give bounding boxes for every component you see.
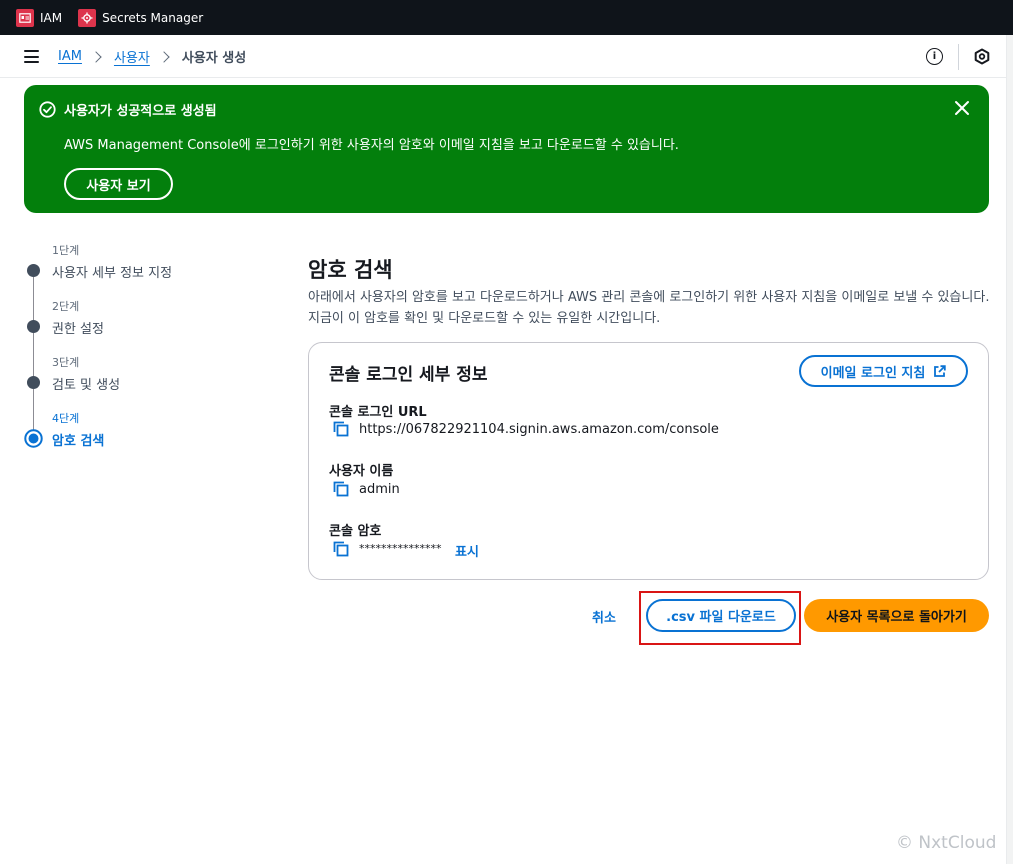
show-password-link[interactable]: 표시: [455, 541, 479, 560]
external-link-icon: [934, 364, 947, 377]
divider: [958, 44, 959, 70]
copy-icon[interactable]: [333, 481, 349, 501]
secrets-manager-icon: [78, 8, 97, 27]
username-value: admin: [359, 482, 400, 497]
step-number: 4단계: [52, 412, 80, 425]
username-label: 사용자 이름: [329, 464, 394, 479]
step-label: 권한 설정: [52, 322, 104, 337]
right-gutter: [1006, 35, 1013, 864]
service-bar: IAM Secrets Manager: [0, 0, 1013, 35]
flash-message: AWS Management Console에 로그인하기 위한 사용자의 암호…: [64, 138, 679, 153]
signin-url-value: https://067822921104.signin.aws.amazon.c…: [359, 422, 719, 437]
password-label: 콘솔 암호: [329, 524, 382, 539]
view-user-button[interactable]: 사용자 보기: [64, 168, 173, 200]
step-number: 3단계: [52, 356, 80, 369]
breadcrumb-create-user: 사용자 생성: [181, 51, 247, 66]
breadcrumb: IAM 사용자 사용자 생성: [58, 47, 246, 66]
iam-icon: [16, 8, 34, 27]
step-active-icon: [24, 429, 43, 452]
breadcrumb-iam[interactable]: IAM: [58, 49, 82, 64]
success-flash: 사용자가 성공적으로 생성됨 AWS Management Console에 로…: [24, 85, 989, 213]
step-number: 1단계: [52, 244, 80, 257]
step-number: 2단계: [52, 300, 80, 313]
step-label: 검토 및 생성: [52, 378, 121, 393]
password-value: ***************: [359, 542, 442, 555]
step-connector: [33, 333, 34, 380]
cancel-button[interactable]: 취소: [592, 607, 616, 626]
notifications-hexagon-icon[interactable]: [974, 48, 990, 69]
chevron-right-icon: [158, 50, 170, 63]
return-to-user-list-button[interactable]: 사용자 목록으로 돌아가기: [804, 599, 989, 632]
email-button-label: 이메일 로그인 지침: [820, 365, 926, 381]
signin-url-label: 콘솔 로그인 URL: [329, 405, 427, 420]
email-signin-instructions-button[interactable]: 이메일 로그인 지침: [799, 355, 968, 387]
download-csv-button[interactable]: .csv 파일 다운로드: [646, 599, 796, 632]
copy-icon[interactable]: [333, 421, 349, 441]
close-icon[interactable]: [954, 100, 970, 120]
step-label: 사용자 세부 정보 지정: [52, 266, 173, 281]
page-description: 아래에서 사용자의 암호를 보고 다운로드하거나 AWS 관리 콘솔에 로그인하…: [308, 290, 990, 326]
service-iam[interactable]: IAM: [16, 8, 63, 27]
service-secrets-manager-label: Secrets Manager: [102, 10, 204, 25]
step-dot-icon: [27, 320, 40, 333]
info-icon[interactable]: i: [926, 48, 943, 65]
step-label: 암호 검색: [52, 434, 105, 449]
breadcrumb-users[interactable]: 사용자: [114, 47, 150, 66]
watermark: © NxtCloud: [896, 833, 997, 853]
step-connector: [33, 277, 34, 324]
copy-icon[interactable]: [333, 541, 349, 561]
page-title: 암호 검색: [308, 258, 393, 282]
step-dot-icon: [27, 376, 40, 389]
breadcrumb-bar: IAM 사용자 사용자 생성 i: [0, 35, 1006, 78]
chevron-right-icon: [90, 50, 102, 63]
step-dot-icon: [27, 264, 40, 277]
card-title: 콘솔 로그인 세부 정보: [329, 365, 488, 385]
menu-icon[interactable]: [24, 50, 39, 63]
flash-title: 사용자가 성공적으로 생성됨: [64, 104, 217, 119]
service-iam-label: IAM: [40, 10, 63, 25]
console-signin-card: 콘솔 로그인 세부 정보 이메일 로그인 지침 콘솔 로그인 URL https…: [308, 342, 989, 580]
service-secrets-manager[interactable]: Secrets Manager: [78, 8, 204, 27]
success-check-icon: [39, 101, 56, 122]
